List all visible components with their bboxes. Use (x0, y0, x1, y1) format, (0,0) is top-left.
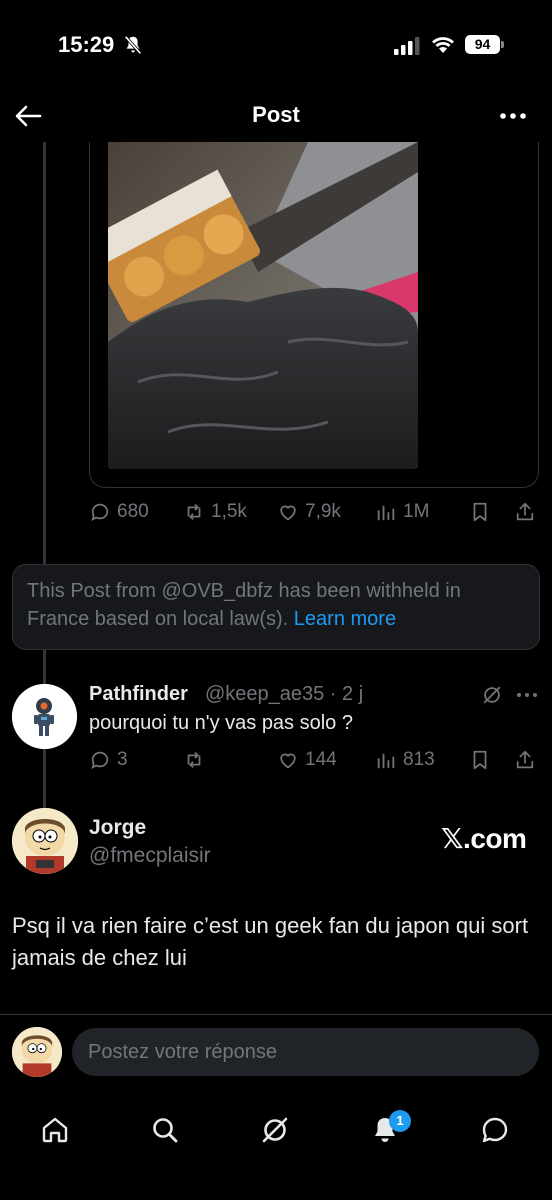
battery-level: 94 (465, 35, 500, 54)
views-button[interactable]: 813 (375, 745, 435, 775)
learn-more-link[interactable]: Learn more (294, 608, 396, 630)
tab-messages[interactable] (467, 1102, 523, 1158)
jorge-avatar-image (12, 808, 78, 874)
media-card[interactable] (89, 142, 539, 488)
share-button[interactable] (514, 497, 536, 527)
like-button[interactable]: 144 (277, 745, 337, 775)
reply-more-icon[interactable] (514, 684, 540, 706)
withheld-notice: This Post from @OVB_dbfz has been withhe… (12, 564, 540, 650)
views-count: 813 (403, 749, 435, 770)
reply-button[interactable]: 3 (89, 745, 128, 775)
reply-count: 3 (117, 749, 128, 770)
post-actions: 680 1,5k 7,9k 1M (89, 497, 539, 527)
page-title: Post (252, 102, 300, 127)
heart-icon (280, 505, 296, 521)
user-avatar-image (12, 1027, 62, 1077)
embedded-author-name[interactable]: Jorge (89, 816, 146, 840)
bookmark-icon (473, 502, 487, 522)
reply-author-name[interactable]: Pathfinder (89, 683, 188, 706)
post-video-thumbnail[interactable] (108, 142, 418, 469)
nav-header: Post (0, 90, 552, 142)
search-icon (153, 1118, 178, 1143)
notification-badge: 1 (389, 1110, 411, 1132)
home-icon (42, 1117, 68, 1143)
repost-icon (187, 504, 201, 520)
video-frame-illustration (108, 142, 418, 469)
reply-icon (91, 503, 109, 521)
more-options-icon[interactable] (496, 104, 530, 128)
share-icon (516, 750, 534, 769)
bookmark-button[interactable] (469, 745, 491, 775)
like-button[interactable]: 7,9k (277, 497, 341, 527)
repost-button[interactable] (183, 745, 211, 775)
thread-line (43, 142, 46, 564)
repost-count: 1,5k (211, 501, 247, 522)
thread-line (43, 650, 46, 684)
grok-icon (262, 1117, 288, 1143)
bell-slash-icon (124, 35, 142, 55)
like-count: 7,9k (305, 501, 341, 522)
bookmark-button[interactable] (469, 497, 491, 527)
tab-grok[interactable] (247, 1102, 303, 1158)
wifi-icon (432, 37, 454, 53)
like-count: 144 (305, 749, 337, 770)
reply-composer (0, 1014, 552, 1090)
cellular-signal-icon (394, 37, 420, 55)
reply-input[interactable] (72, 1028, 539, 1076)
status-bar: 15:29 94 (0, 0, 552, 90)
repost-icon (187, 752, 201, 768)
tab-notifications[interactable]: 1 (357, 1102, 413, 1158)
bottom-tab-bar: 1 (0, 1090, 552, 1200)
share-icon (516, 502, 534, 521)
embedded-author-handle: @fmecplaisir (89, 844, 211, 867)
status-time: 15:29 (58, 32, 115, 57)
avatar[interactable] (12, 684, 77, 749)
views-count: 1M (403, 501, 430, 522)
grok-icon[interactable] (481, 684, 503, 706)
heart-icon (280, 753, 296, 769)
avatar[interactable] (12, 1027, 62, 1077)
reply-actions: 3 144 813 (89, 745, 539, 775)
battery-indicator: 94 (465, 35, 505, 54)
share-button[interactable] (514, 745, 536, 775)
x-com-watermark: 𝕏.com (441, 823, 527, 854)
reply-button[interactable]: 680 (89, 497, 149, 527)
embedded-reply-text: Psq il va rien faire c’est un geek fan d… (12, 913, 529, 970)
tab-home[interactable] (27, 1102, 83, 1158)
views-chart-icon (377, 753, 395, 769)
pathfinder-avatar-image (12, 684, 77, 749)
repost-button[interactable]: 1,5k (183, 497, 247, 527)
reply-icon (91, 751, 109, 769)
tab-search[interactable] (137, 1102, 193, 1158)
messages-icon (482, 1117, 508, 1143)
reply-text: pourquoi tu n'y vas pas solo ? (89, 712, 353, 734)
thread-line (43, 749, 46, 808)
views-chart-icon (377, 505, 395, 521)
reply-author-handle: @keep_ae35 · 2 j (205, 683, 364, 705)
avatar[interactable] (12, 808, 78, 874)
reply-count: 680 (117, 501, 149, 522)
views-button[interactable]: 1M (375, 497, 429, 527)
battery-tip (501, 41, 504, 48)
bookmark-icon (473, 750, 487, 770)
